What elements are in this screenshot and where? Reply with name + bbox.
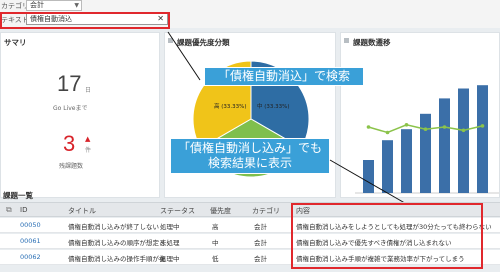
header-category[interactable]: カテゴリ	[252, 206, 280, 216]
header-status[interactable]: ステータス	[160, 206, 195, 216]
row-title: 債権自動消し込みが終了しない	[68, 223, 159, 231]
header-title[interactable]: タイトル	[68, 206, 96, 216]
list-title: 課題一覧	[3, 191, 33, 200]
row-title: 債権自動消し込みの操作手順が複	[68, 255, 166, 263]
row-status: 処理中	[160, 223, 180, 231]
row-id[interactable]: 00050	[20, 221, 41, 229]
row-category: 会計	[254, 223, 267, 231]
row-priority: 中	[212, 239, 219, 247]
header-id[interactable]: ID	[20, 206, 27, 214]
row-priority: 高	[212, 223, 219, 231]
content-highlight-box	[291, 203, 483, 269]
header-priority[interactable]: 優先度	[210, 206, 231, 216]
row-priority: 低	[212, 255, 219, 263]
row-status: 未処理	[160, 239, 180, 247]
row-title: 債権自動消し込みの順序が想定と	[68, 239, 166, 247]
row-category: 会計	[254, 255, 267, 263]
arrow-to-content	[329, 159, 411, 207]
arrow-to-search	[167, 31, 201, 81]
row-id[interactable]: 00061	[20, 237, 41, 245]
row-category: 会計	[254, 239, 267, 247]
row-status: 処理中	[160, 255, 180, 263]
column-settings-icon[interactable]: ⧉	[6, 205, 12, 215]
row-id[interactable]: 00062	[20, 253, 41, 261]
